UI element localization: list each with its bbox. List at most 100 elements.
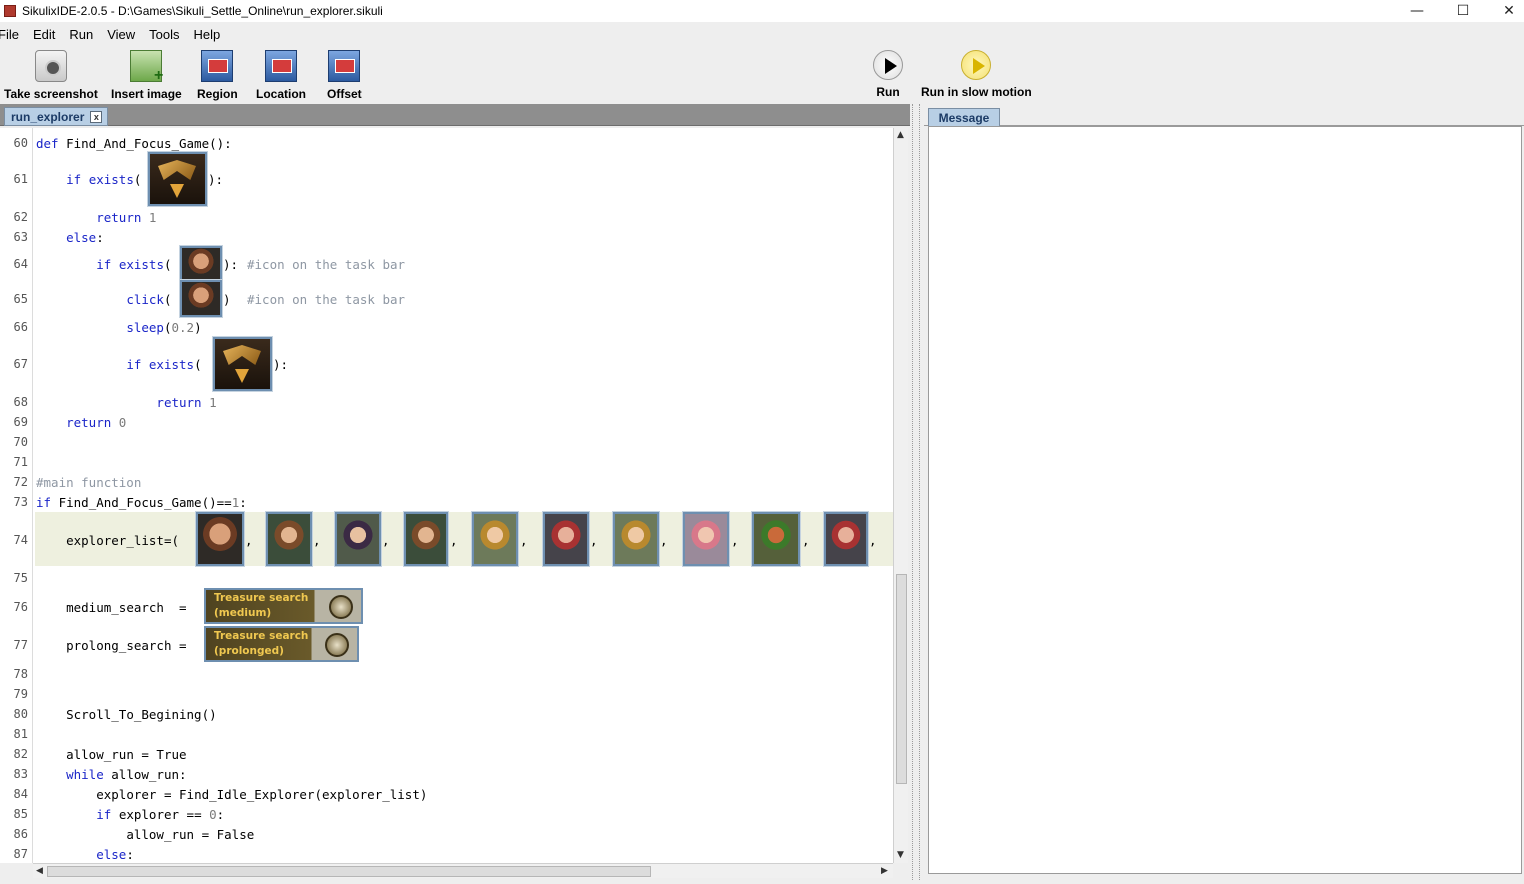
offset-label: Offset	[327, 87, 362, 101]
explorer-image-3[interactable]	[335, 512, 381, 566]
comma: ,	[450, 533, 458, 548]
window-title: SikulixIDE-2.0.5 - D:\Games\Sikuli_Settl…	[22, 4, 383, 18]
editor-horizontal-scrollbar[interactable]: ◀ ▶	[33, 863, 893, 878]
scroll-right-icon[interactable]: ▶	[881, 866, 888, 876]
run-slow-motion-button[interactable]: Run in slow motion	[921, 50, 1032, 99]
insert-image-icon	[130, 50, 163, 85]
code-line: if Find_And_Focus_Game()==1:	[36, 495, 247, 510]
title-bar: SikulixIDE-2.0.5 - D:\Games\Sikuli_Settl…	[0, 0, 1524, 22]
scroll-down-icon[interactable]: ▼	[897, 850, 904, 860]
editor-vertical-scrollbar[interactable]: ▲ ▼	[893, 128, 908, 863]
horizontal-scroll-thumb[interactable]	[47, 866, 651, 877]
code-line: return 0	[66, 415, 127, 430]
comma: ,	[590, 533, 598, 548]
line-number: 65	[13, 292, 28, 306]
pane-splitter[interactable]	[912, 104, 920, 880]
game-window-image[interactable]	[213, 337, 272, 391]
line-65-suffix: )	[223, 292, 231, 307]
comma: ,	[313, 533, 321, 548]
code-line: else:	[96, 847, 134, 862]
vertical-scroll-thumb[interactable]	[896, 574, 907, 784]
explorer-image-8[interactable]	[683, 512, 729, 566]
explorer-image-7[interactable]	[613, 512, 659, 566]
code-line: return 1	[156, 395, 217, 410]
line-number: 71	[13, 455, 28, 469]
menu-file[interactable]: File	[0, 27, 19, 42]
explorer-image-6[interactable]	[543, 512, 589, 566]
line-number: 80	[13, 707, 28, 721]
line-number: 73	[13, 495, 28, 509]
treasure-medium-image[interactable]: Treasure search (medium)	[204, 588, 363, 624]
tab-close-icon[interactable]: x	[90, 110, 103, 123]
line-number: 61	[13, 172, 28, 186]
tab-run-explorer-label: run_explorer	[11, 109, 85, 124]
region-icon	[201, 50, 234, 82]
explorer-image-9[interactable]	[752, 512, 800, 566]
scroll-up-icon[interactable]: ▲	[897, 130, 904, 140]
code-line: if explorer == 0:	[96, 807, 225, 822]
line-number: 72	[13, 475, 28, 489]
run-button[interactable]: Run	[873, 50, 903, 99]
line-61-suffix: ):	[208, 172, 224, 187]
explorer-image-1[interactable]	[196, 512, 244, 566]
compass-icon	[329, 595, 353, 619]
line-number: 77	[13, 638, 28, 652]
line-number: 85	[13, 807, 28, 821]
take-screenshot-button[interactable]: Take screenshot	[4, 50, 98, 101]
location-button[interactable]: Location	[256, 50, 306, 101]
comma: ,	[802, 533, 810, 548]
line-number: 68	[13, 395, 28, 409]
explorer-image-10[interactable]	[824, 512, 868, 566]
close-window-button[interactable]: ✕	[1486, 0, 1524, 22]
line-number: 69	[13, 415, 28, 429]
menu-help[interactable]: Help	[194, 27, 221, 42]
line-number: 67	[13, 357, 28, 371]
line-number-gutter: 60 61 62 63 64 65 66 67 68 69 70 71 72 73 74 75 76 77 78 79…	[0, 128, 33, 863]
explorer-image-4[interactable]	[404, 512, 448, 566]
scroll-left-icon[interactable]: ◀	[36, 866, 43, 876]
line-number: 60	[13, 136, 28, 150]
comma: ,	[382, 533, 390, 548]
taskbar-click-image[interactable]	[180, 280, 222, 317]
insert-image-label: Insert image	[111, 87, 182, 101]
line-64-suffix: ):	[223, 257, 239, 272]
game-launch-image[interactable]	[148, 152, 207, 206]
treasure-prolonged-image[interactable]: Treasure search (prolonged)	[204, 626, 359, 662]
camera-icon	[34, 50, 67, 82]
tab-message[interactable]: Message	[928, 108, 1000, 127]
comma: ,	[520, 533, 528, 548]
menu-view[interactable]: View	[107, 27, 135, 42]
code-editor[interactable]: 60 61 62 63 64 65 66 67 68 69 70 71 72 73 74 75 76 77 78 79…	[0, 128, 893, 863]
explorer-image-5[interactable]	[472, 512, 518, 566]
line-number: 64	[13, 257, 28, 271]
code-line: #main function	[36, 475, 142, 490]
taskbar-icon-image[interactable]	[180, 246, 222, 283]
maximize-button[interactable]: ☐	[1440, 0, 1486, 22]
tab-run-explorer[interactable]: run_explorer x	[4, 107, 108, 126]
region-button[interactable]: Region	[197, 50, 238, 101]
insert-image-button[interactable]: Insert image	[111, 50, 182, 101]
line-number: 81	[13, 727, 28, 741]
offset-button[interactable]: Offset	[327, 50, 362, 101]
line-number: 66	[13, 320, 28, 334]
menu-run[interactable]: Run	[69, 27, 93, 42]
menu-tools[interactable]: Tools	[149, 27, 179, 42]
menu-edit[interactable]: Edit	[33, 27, 55, 42]
code-line: if exists(	[66, 172, 142, 187]
minimize-button[interactable]: —	[1394, 0, 1440, 22]
line-number: 70	[13, 435, 28, 449]
code-line: if exists(	[96, 257, 172, 272]
message-tab-strip: Message	[924, 104, 1524, 127]
explorer-image-2[interactable]	[266, 512, 312, 566]
comma: ,	[869, 533, 877, 548]
line-number: 63	[13, 230, 28, 244]
line-64-comment: #icon on the task bar	[247, 257, 406, 272]
line-number: 87	[13, 847, 28, 861]
line-number: 78	[13, 667, 28, 681]
editor-tab-strip: run_explorer x	[0, 104, 910, 126]
code-line: sleep(0.2)	[126, 320, 202, 335]
message-panel[interactable]	[928, 126, 1522, 874]
take-screenshot-label: Take screenshot	[4, 87, 98, 101]
code-line: allow_run = False	[126, 827, 255, 842]
code-line: def Find_And_Focus_Game():	[36, 136, 232, 151]
